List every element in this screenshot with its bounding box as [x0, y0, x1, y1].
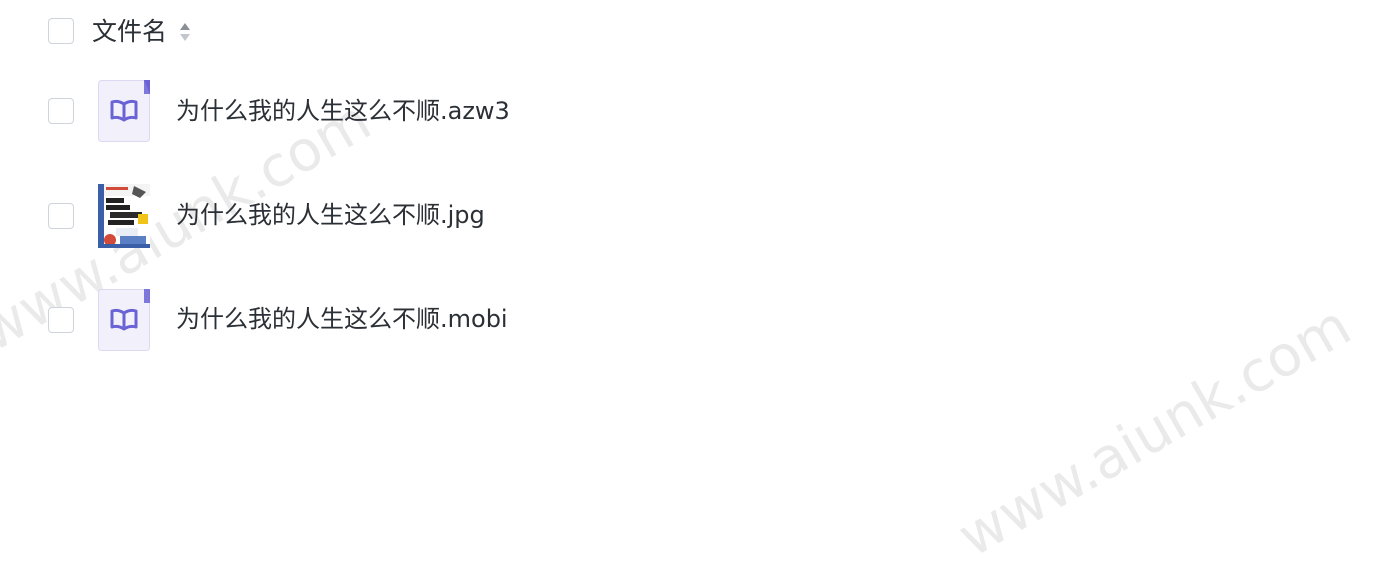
- file-name[interactable]: 为什么我的人生这么不顺.jpg: [176, 198, 485, 232]
- watermark: www.aiunk.com: [947, 293, 1362, 570]
- row-checkbox[interactable]: [48, 307, 74, 333]
- file-name[interactable]: 为什么我的人生这么不顺.mobi: [176, 302, 508, 336]
- select-all-checkbox[interactable]: [48, 18, 74, 44]
- sort-icon[interactable]: [178, 20, 192, 44]
- ebook-icon: [98, 80, 150, 142]
- file-name[interactable]: 为什么我的人生这么不顺.azw3: [176, 94, 510, 128]
- row-checkbox[interactable]: [48, 98, 74, 124]
- book-cover-thumbnail: [98, 184, 150, 248]
- ebook-icon: [98, 289, 150, 351]
- column-header-filename[interactable]: 文件名: [92, 14, 167, 50]
- file-list-page: www.aiunk.com www.aiunk.com 文件名 为什么我的人生这…: [0, 0, 1384, 588]
- row-checkbox[interactable]: [48, 203, 74, 229]
